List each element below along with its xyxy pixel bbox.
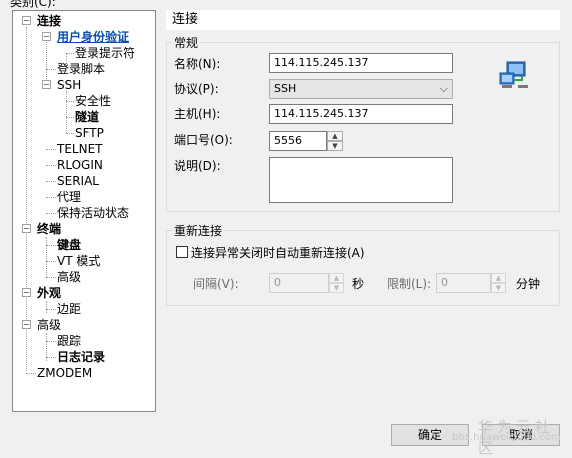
category-label: 类别(C): (10, 0, 56, 9)
tree-connector (46, 245, 56, 246)
collapse-toggle[interactable]: − (22, 320, 31, 329)
tree-item-zmodem[interactable]: ZMODEM (37, 366, 92, 380)
tree-item-logging[interactable]: 日志记录 (57, 350, 105, 364)
tree-connector (46, 357, 56, 358)
tree-item-appearance[interactable]: 外观 (37, 286, 61, 300)
tree-connector (66, 101, 74, 102)
seconds-unit: 秒 (352, 277, 365, 291)
protocol-select-value: SSH (274, 82, 297, 95)
limit-spin-up[interactable]: ▲ (491, 273, 506, 283)
interval-spin-down[interactable]: ▼ (329, 283, 344, 293)
tree-connector (66, 91, 67, 133)
tree-connector (66, 53, 74, 54)
tree-item-security[interactable]: 安全性 (75, 94, 111, 108)
watermark-url: bbs.huaweicloud.com (452, 432, 561, 443)
panel-title: 连接 (166, 10, 560, 30)
port-input[interactable]: 5556 (269, 131, 327, 151)
collapse-toggle[interactable]: − (42, 80, 51, 89)
tree-item-terminal-advanced[interactable]: 高级 (57, 270, 81, 284)
tree-connector (46, 301, 47, 313)
description-textarea[interactable] (269, 157, 453, 203)
name-label: 名称(N): (174, 57, 221, 71)
tree-connector (46, 165, 56, 166)
category-tree[interactable]: − 连接 − 用户身份验证 登录提示符 登录脚本 − SSH 安全性 隧道 SF… (12, 10, 156, 412)
collapse-toggle[interactable]: − (42, 32, 51, 41)
interval-label: 间隔(V): (193, 277, 239, 291)
collapse-toggle[interactable]: − (22, 16, 31, 25)
description-label: 说明(D): (174, 159, 221, 173)
tree-connector (46, 237, 47, 277)
tree-connector (66, 53, 67, 61)
limit-spin-down[interactable]: ▼ (491, 283, 506, 293)
tree-item-login-script[interactable]: 登录脚本 (57, 62, 105, 76)
tree-item-connection[interactable]: 连接 (37, 14, 61, 28)
name-input[interactable]: 114.115.245.137 (269, 53, 453, 73)
tree-connector (46, 341, 56, 342)
minutes-unit: 分钟 (516, 277, 541, 291)
limit-label: 限制(L): (387, 277, 432, 291)
chevron-down-icon: ⌵ (439, 82, 448, 95)
tree-item-telnet[interactable]: TELNET (57, 142, 103, 156)
protocol-select[interactable]: SSH ⌵ (269, 79, 453, 99)
tree-item-sftp[interactable]: SFTP (75, 126, 104, 140)
tree-connector (66, 117, 74, 118)
tree-item-tunnel[interactable]: 隧道 (75, 110, 99, 124)
host-label: 主机(H): (174, 107, 221, 121)
tree-item-terminal[interactable]: 终端 (37, 222, 61, 236)
port-spin-down[interactable]: ▼ (327, 141, 343, 151)
port-label: 端口号(O): (174, 133, 233, 147)
tree-connector (46, 149, 56, 150)
tree-connector (46, 213, 56, 214)
reconnect-group-label: 重新连接 (172, 222, 225, 239)
tree-item-advanced[interactable]: 高级 (37, 318, 61, 332)
interval-input[interactable]: 0 (269, 273, 329, 293)
general-group-label: 常规 (172, 34, 201, 51)
tree-connector (46, 261, 56, 262)
auto-reconnect-checkbox[interactable] (176, 246, 188, 258)
interval-spin-up[interactable]: ▲ (329, 273, 344, 283)
tree-item-vt-mode[interactable]: VT 模式 (57, 254, 100, 268)
tree-item-keepalive[interactable]: 保持活动状态 (57, 206, 129, 220)
tree-connector (46, 309, 56, 310)
tree-item-login-prompt[interactable]: 登录提示符 (75, 46, 135, 60)
tree-item-margins[interactable]: 边距 (57, 302, 81, 316)
limit-input[interactable]: 0 (436, 273, 491, 293)
collapse-toggle[interactable]: − (22, 224, 31, 233)
tree-item-user-auth[interactable]: 用户身份验证 (57, 30, 129, 44)
tree-connector (46, 181, 56, 182)
auto-reconnect-label[interactable]: 连接异常关闭时自动重新连接(A) (191, 244, 365, 261)
tree-item-proxy[interactable]: 代理 (57, 190, 81, 204)
tree-item-rlogin[interactable]: RLOGIN (57, 158, 103, 172)
tree-connector (46, 69, 56, 70)
collapse-toggle[interactable]: − (22, 288, 31, 297)
tree-connector (66, 133, 74, 134)
tree-item-keyboard[interactable]: 键盘 (57, 238, 81, 252)
tree-item-trace[interactable]: 跟踪 (57, 334, 81, 348)
reconnect-group (166, 230, 560, 306)
tree-connector (46, 277, 56, 278)
protocol-label: 协议(P): (174, 82, 219, 96)
host-input[interactable]: 114.115.245.137 (269, 104, 453, 124)
tree-item-ssh[interactable]: SSH (57, 78, 81, 92)
tree-connector (46, 197, 56, 198)
network-computer-icon (498, 60, 532, 92)
tree-item-serial[interactable]: SERIAL (57, 174, 99, 188)
port-spin-up[interactable]: ▲ (327, 131, 343, 141)
tree-connector (26, 373, 36, 374)
